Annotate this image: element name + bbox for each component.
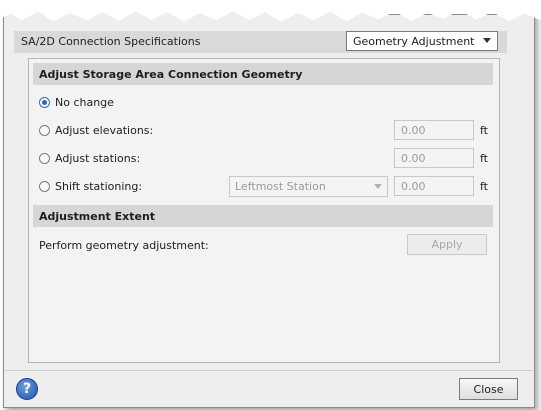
option-label: No change (55, 96, 114, 109)
radio-no-change[interactable] (39, 97, 50, 108)
station-reference-value: Leftmost Station (235, 180, 326, 193)
option-label: Adjust stations: (55, 152, 141, 165)
stations-unit: ft (480, 152, 488, 165)
help-icon[interactable]: ? (16, 378, 38, 400)
option-no-change[interactable]: No change (39, 96, 114, 109)
page-title: SA/2D Connection Specifications (21, 35, 201, 48)
chevron-down-icon (374, 184, 382, 189)
extent-label: Perform geometry adjustment: (39, 239, 209, 252)
close-button[interactable]: Close (459, 378, 518, 400)
radio-shift-stationing[interactable] (39, 181, 50, 192)
elevation-unit: ft (480, 124, 488, 137)
option-label: Shift stationing: (55, 180, 143, 193)
option-label: Adjust elevations: (55, 124, 154, 137)
chevron-down-icon (483, 38, 491, 43)
footer-divider (4, 370, 533, 371)
option-shift-stationing[interactable]: Shift stationing: (39, 180, 142, 193)
apply-button[interactable]: Apply (407, 234, 487, 255)
mode-dropdown-value: Geometry Adjustment (353, 34, 475, 48)
shift-unit: ft (480, 180, 488, 193)
section-header-extent: Adjustment Extent (33, 205, 493, 227)
option-adjust-stations[interactable]: Adjust stations: (39, 152, 140, 165)
radio-adjust-stations[interactable] (39, 153, 50, 164)
radio-adjust-elevations[interactable] (39, 125, 50, 136)
section-header-geometry: Adjust Storage Area Connection Geometry (33, 63, 493, 85)
elevation-input[interactable]: 0.00 (394, 120, 474, 140)
station-reference-select[interactable]: Leftmost Station (229, 176, 388, 197)
mode-dropdown[interactable]: Geometry Adjustment (346, 31, 498, 51)
stations-input[interactable]: 0.00 (394, 148, 474, 168)
option-adjust-elevations[interactable]: Adjust elevations: (39, 124, 153, 137)
shift-input[interactable]: 0.00 (394, 176, 474, 196)
